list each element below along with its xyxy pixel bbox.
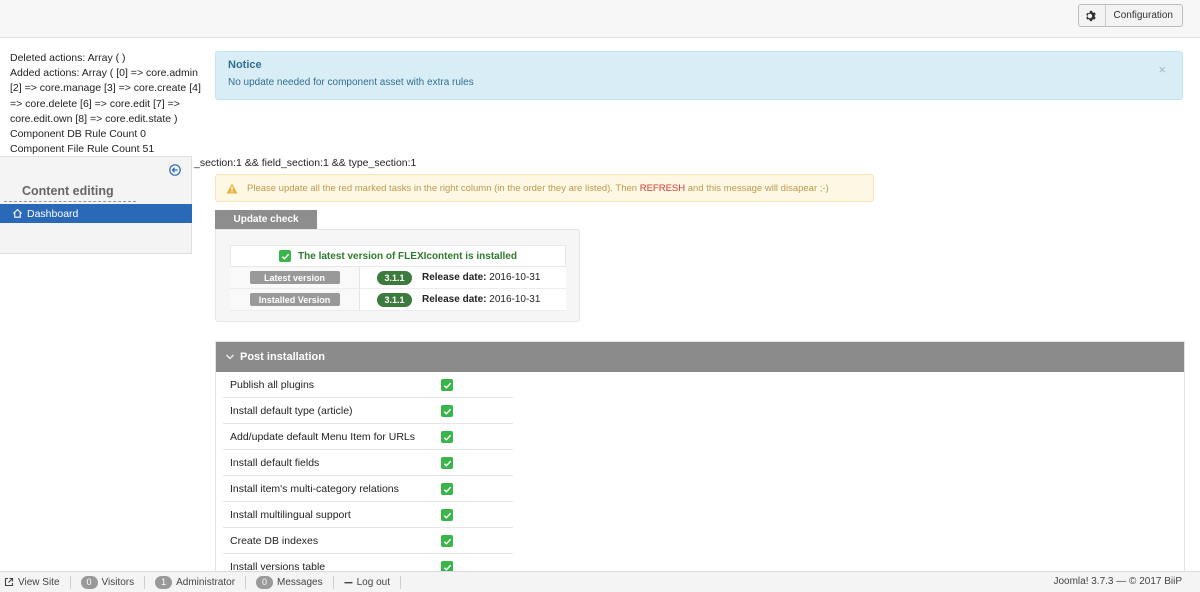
release-date-label: Release date: — [422, 272, 487, 283]
list-item: Add/update default Menu Item for URLs — [223, 424, 513, 450]
release-date: Release date: 2016-10-31 — [422, 272, 540, 283]
logout-link[interactable]: Log out — [334, 575, 401, 589]
messages-count-badge: 0 — [256, 575, 274, 589]
configuration-button[interactable]: Configuration — [1077, 4, 1183, 27]
button-divider — [1104, 5, 1106, 26]
sidebar-heading: Content editing — [22, 184, 114, 198]
refresh-word: REFRESH — [639, 182, 686, 194]
minus-icon — [344, 581, 353, 583]
messages-label: Messages — [277, 576, 323, 588]
admin-count-badge: 1 — [155, 575, 173, 589]
notice-alert: Notice No update needed for component as… — [215, 51, 1183, 100]
task-label: Install item's multi-category relations — [230, 482, 399, 495]
messages-indicator[interactable]: 0 Messages — [246, 575, 334, 589]
sidebar-item-label: Dashboard — [27, 207, 79, 220]
warning-text: and this message will disapear ;-) — [685, 182, 829, 194]
view-site-label: View Site — [18, 576, 60, 588]
status-bar: View Site 0 Visitors 1 Administrator 0 M… — [0, 571, 1200, 592]
debug-line: Added actions: Array ( [0] => core.admin… — [10, 67, 201, 125]
visitors-label: Visitors — [101, 576, 135, 588]
list-item: Install default type (article) — [223, 398, 513, 424]
debug-line: Deleted actions: Array ( ) — [10, 52, 126, 64]
release-date-label: Release date: — [422, 294, 487, 305]
check-icon — [441, 431, 453, 443]
external-link-icon — [4, 577, 14, 587]
warning-message: Please update all the red marked tasks i… — [247, 183, 829, 194]
logout-label: Log out — [356, 576, 390, 588]
task-label: Install multilingual support — [230, 508, 351, 521]
check-icon — [441, 483, 453, 495]
version-badge: 3.1.1 — [377, 270, 412, 285]
table-row: Latest version 3.1.1 Release date: 2016-… — [230, 267, 566, 289]
post-installation-header[interactable]: Post installation — [216, 342, 1184, 372]
sidebar-divider — [4, 201, 136, 202]
visitors-count-badge: 0 — [80, 575, 98, 589]
collapse-sidebar-icon[interactable] — [169, 164, 181, 176]
check-icon — [441, 509, 453, 521]
administrator-indicator[interactable]: 1 Administrator — [145, 575, 247, 589]
task-label: Publish all plugins — [230, 378, 315, 391]
sidebar-item-dashboard[interactable]: Dashboard — [0, 204, 192, 223]
version-label: Installed Version — [249, 293, 340, 306]
check-icon — [441, 535, 453, 547]
update-check-panel: The latest version of FLEXIcontent is in… — [215, 229, 580, 322]
task-label: Add/update default Menu Item for URLs — [230, 430, 416, 443]
post-installation-title: Post installation — [240, 351, 325, 363]
version-label-cell: Installed Version — [230, 289, 360, 310]
list-item: Publish all plugins — [223, 372, 513, 398]
release-date: Release date: 2016-10-31 — [422, 294, 540, 305]
list-item: Create DB indexes — [223, 528, 513, 554]
release-date-value: 2016-10-31 — [489, 294, 541, 305]
version-badge: 3.1.1 — [377, 292, 412, 307]
release-date-value: 2016-10-31 — [489, 272, 541, 283]
version-label: Latest version — [249, 271, 340, 284]
warning-icon — [226, 183, 238, 193]
version-table: The latest version of FLEXIcontent is in… — [230, 245, 566, 311]
task-label: Create DB indexes — [230, 534, 319, 547]
post-installation-panel: Post installation Publish all plugins In… — [215, 341, 1185, 581]
check-icon — [441, 379, 453, 391]
view-site-link[interactable]: View Site — [0, 575, 71, 589]
check-icon — [441, 405, 453, 417]
check-icon — [279, 250, 292, 262]
list-item: Install multilingual support — [223, 502, 513, 528]
version-footer: Joomla! 3.7.3 — © 2017 BiiP — [1053, 576, 1182, 587]
notice-title: Notice — [228, 59, 262, 71]
version-label-cell: Latest version — [230, 267, 360, 288]
close-icon[interactable]: × — [1158, 62, 1166, 77]
home-icon — [12, 208, 23, 218]
table-row: Installed Version 3.1.1 Release date: 20… — [230, 289, 566, 311]
list-item: Install default fields — [223, 450, 513, 476]
tab-update-check[interactable]: Update check — [215, 210, 317, 229]
warning-alert: Please update all the red marked tasks i… — [215, 174, 874, 202]
version-status-row: The latest version of FLEXIcontent is in… — [230, 245, 566, 267]
task-label: Install default type (article) — [230, 404, 353, 417]
version-status-text: The latest version of FLEXIcontent is in… — [298, 250, 517, 262]
debug-sections: _section:1 && field_section:1 && type_se… — [194, 157, 417, 169]
configuration-label: Configuration — [1113, 10, 1173, 21]
warning-text: Please update all the red marked tasks i… — [247, 182, 640, 194]
administrator-label: Administrator — [176, 576, 236, 588]
debug-line: Component DB Rule Count 0 — [10, 128, 146, 141]
notice-message: No update needed for component asset wit… — [228, 77, 474, 88]
debug-output: Deleted actions: Array ( ) Added actions… — [10, 51, 210, 157]
visitors-indicator[interactable]: 0 Visitors — [71, 575, 146, 589]
task-list: Publish all plugins Install default type… — [223, 372, 513, 580]
check-icon — [441, 457, 453, 469]
top-toolbar: Configuration — [0, 0, 1200, 38]
chevron-down-icon — [225, 354, 235, 360]
task-label: Install default fields — [230, 456, 320, 469]
list-item: Install item's multi-category relations — [223, 476, 513, 502]
sidebar: Content editing Dashboard — [0, 156, 192, 254]
gear-icon — [1085, 10, 1096, 21]
